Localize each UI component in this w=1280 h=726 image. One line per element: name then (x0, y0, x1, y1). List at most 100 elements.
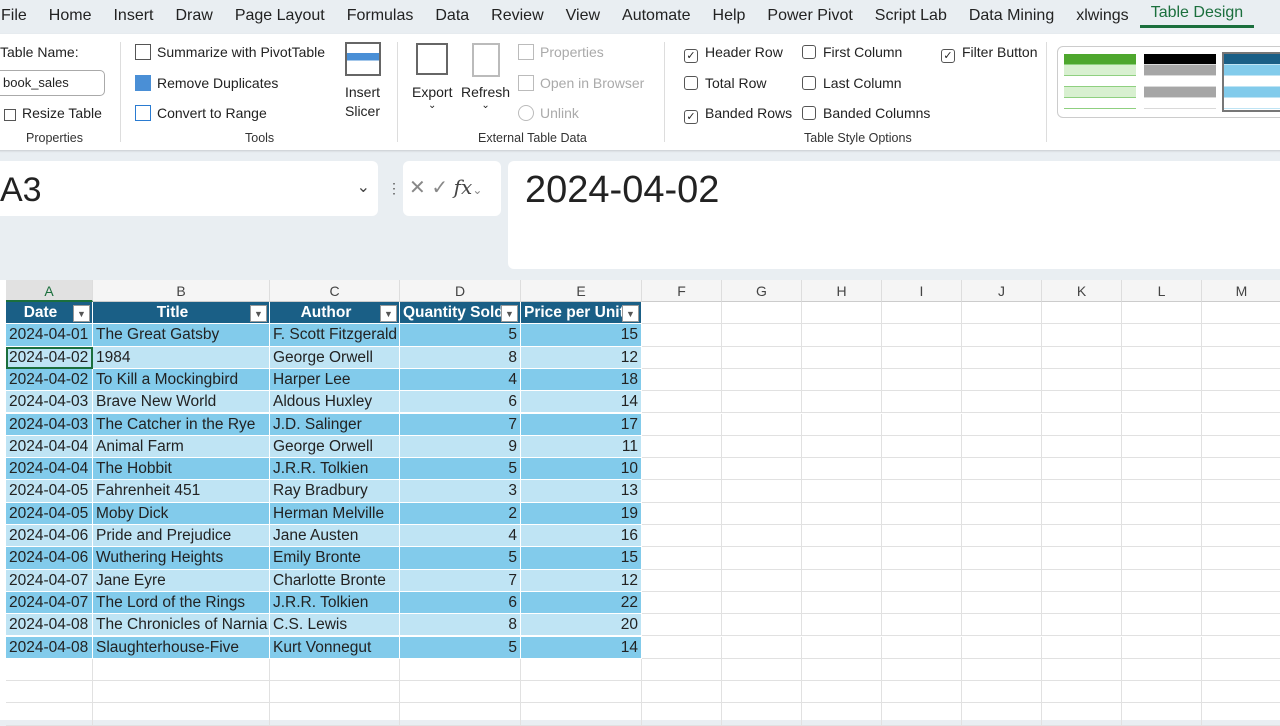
empty-cell[interactable] (1202, 436, 1280, 459)
empty-cell[interactable] (521, 658, 642, 682)
empty-cell[interactable] (1202, 637, 1280, 659)
menu-tab-data[interactable]: Data (424, 7, 480, 25)
table-cell[interactable]: Brave New World (93, 391, 270, 414)
empty-cell[interactable] (962, 703, 1042, 726)
insert-slicer-button[interactable]: Insert Slicer (345, 83, 380, 121)
filter-dropdown-icon[interactable]: ▼ (501, 305, 518, 322)
filter-dropdown-icon[interactable]: ▼ (380, 305, 397, 322)
empty-cell[interactable] (642, 458, 722, 481)
empty-cell[interactable] (1042, 302, 1122, 325)
menu-tab-script-lab[interactable]: Script Lab (864, 7, 958, 25)
empty-cell[interactable] (1122, 547, 1202, 570)
empty-cell[interactable] (802, 547, 882, 570)
menu-tab-insert[interactable]: Insert (102, 7, 164, 25)
table-cell[interactable]: 11 (521, 435, 642, 459)
empty-cell[interactable] (1202, 324, 1280, 347)
empty-cell[interactable] (642, 681, 722, 704)
empty-cell[interactable] (1042, 591, 1122, 615)
empty-cell[interactable] (962, 525, 1042, 548)
table-cell[interactable]: Wuthering Heights (93, 547, 270, 570)
empty-cell[interactable] (1042, 324, 1122, 347)
menu-tab-automate[interactable]: Automate (611, 7, 701, 25)
empty-cell[interactable] (962, 681, 1042, 704)
empty-cell[interactable] (1122, 480, 1202, 503)
empty-cell[interactable] (1042, 346, 1122, 369)
empty-cell[interactable] (1202, 302, 1280, 325)
empty-cell[interactable] (802, 346, 882, 369)
empty-cell[interactable] (1202, 659, 1280, 682)
empty-cell[interactable] (1202, 547, 1280, 570)
table-cell[interactable]: Fahrenheit 451 (93, 480, 270, 503)
empty-cell[interactable] (882, 569, 962, 592)
empty-cell[interactable] (722, 324, 802, 347)
empty-cell[interactable] (1042, 368, 1122, 392)
option-banded-rows[interactable]: ✓ Banded Rows (684, 105, 792, 124)
empty-cell[interactable] (802, 435, 882, 459)
empty-cell[interactable] (1202, 525, 1280, 548)
empty-cell[interactable] (642, 502, 722, 525)
checkbox[interactable]: ✓ (684, 110, 698, 124)
empty-cell[interactable] (1202, 703, 1280, 726)
menu-tab-page-layout[interactable]: Page Layout (224, 7, 336, 25)
table-cell[interactable]: 18 (521, 368, 642, 392)
table-cell[interactable]: 2 (400, 502, 521, 525)
table-cell[interactable]: 4 (400, 368, 521, 392)
empty-cell[interactable] (6, 703, 93, 726)
table-cell[interactable]: 5 (400, 458, 521, 481)
empty-cell[interactable] (1042, 480, 1122, 503)
table-cell[interactable]: 2024-04-05 (6, 502, 93, 525)
empty-cell[interactable] (802, 636, 882, 659)
empty-cell[interactable] (962, 591, 1042, 615)
empty-cell[interactable] (1042, 391, 1122, 414)
empty-cell[interactable] (802, 502, 882, 525)
table-cell[interactable]: 2024-04-08 (6, 636, 93, 659)
empty-cell[interactable] (1122, 681, 1202, 704)
table-cell[interactable]: C.S. Lewis (270, 614, 400, 637)
empty-cell[interactable] (802, 591, 882, 615)
table-cell[interactable]: 19 (521, 502, 642, 525)
empty-cell[interactable] (1122, 658, 1202, 682)
column-header-A[interactable]: A (6, 280, 93, 302)
empty-cell[interactable] (642, 368, 722, 392)
empty-cell[interactable] (722, 636, 802, 659)
empty-cell[interactable] (270, 658, 400, 682)
empty-cell[interactable] (1122, 346, 1202, 369)
empty-cell[interactable] (802, 525, 882, 548)
empty-cell[interactable] (962, 547, 1042, 570)
empty-cell[interactable] (1042, 435, 1122, 459)
empty-cell[interactable] (722, 435, 802, 459)
table-cell[interactable]: Jane Eyre (93, 569, 270, 592)
table-cell[interactable]: 5 (400, 324, 521, 347)
empty-cell[interactable] (802, 302, 882, 325)
refresh-button[interactable]: Refresh ⌄ (461, 84, 510, 111)
menu-tab-xlwings[interactable]: xlwings (1065, 7, 1139, 25)
empty-cell[interactable] (882, 658, 962, 682)
empty-cell[interactable] (1122, 703, 1202, 726)
option-header-row[interactable]: ✓ Header Row (684, 44, 783, 63)
table-cell[interactable]: 12 (521, 569, 642, 592)
table-cell[interactable]: Charlotte Bronte (270, 569, 400, 592)
empty-cell[interactable] (882, 703, 962, 726)
table-cell[interactable]: 2024-04-02 (6, 346, 93, 369)
option-last-column[interactable]: Last Column (802, 75, 902, 91)
table-cell[interactable]: J.R.R. Tolkien (270, 458, 400, 481)
column-header-C[interactable]: C (270, 280, 400, 302)
empty-cell[interactable] (1122, 302, 1202, 325)
table-cell[interactable]: Harper Lee (270, 368, 400, 392)
option-banded-columns[interactable]: Banded Columns (802, 105, 930, 121)
empty-cell[interactable] (882, 346, 962, 369)
table-header-cell[interactable]: Title (93, 302, 270, 325)
table-cell[interactable]: To Kill a Mockingbird (93, 368, 270, 392)
unlink-button[interactable]: Unlink (518, 105, 579, 121)
menu-tab-formulas[interactable]: Formulas (336, 7, 425, 25)
empty-cell[interactable] (642, 658, 722, 682)
table-cell[interactable]: 6 (400, 391, 521, 414)
table-cell[interactable]: 15 (521, 547, 642, 570)
empty-cell[interactable] (722, 703, 802, 726)
convert-range-button[interactable]: Convert to Range (135, 105, 267, 121)
empty-cell[interactable] (802, 458, 882, 481)
table-cell[interactable]: The Lord of the Rings (93, 591, 270, 615)
menu-tab-power-pivot[interactable]: Power Pivot (756, 7, 863, 25)
table-cell[interactable]: 2024-04-01 (6, 324, 93, 347)
empty-cell[interactable] (962, 368, 1042, 392)
